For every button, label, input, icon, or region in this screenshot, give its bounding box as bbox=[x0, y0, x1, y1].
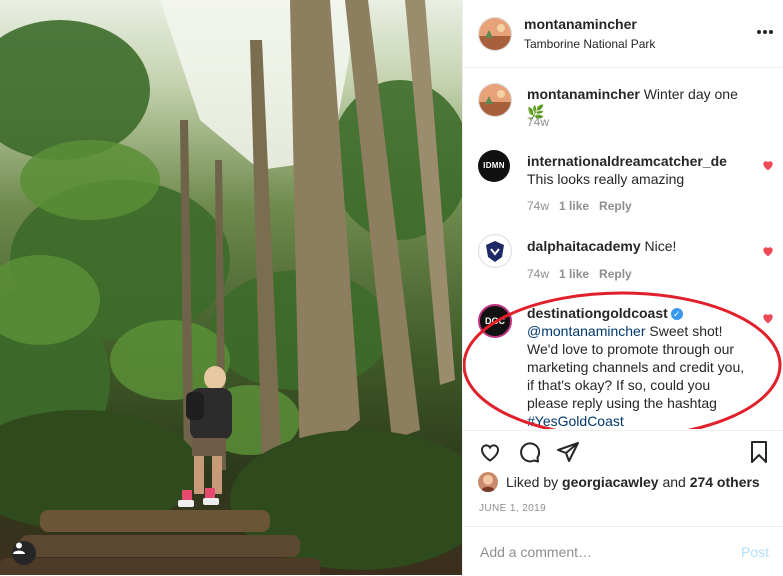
comment-username[interactable]: internationaldreamcatcher_de bbox=[527, 153, 727, 169]
bookmark-icon[interactable] bbox=[747, 440, 771, 464]
post-side-panel: montanamincher Tamborine National Park m… bbox=[462, 0, 783, 575]
tag-person-icon[interactable] bbox=[12, 541, 36, 565]
share-icon[interactable] bbox=[556, 440, 580, 464]
likes-others-count[interactable]: 274 others bbox=[690, 474, 760, 490]
comment-age[interactable]: 74w bbox=[527, 199, 549, 213]
comment-username[interactable]: montanamincher bbox=[527, 86, 640, 102]
comment-likes[interactable]: 1 like bbox=[559, 267, 589, 281]
post-date[interactable]: JUNE 1, 2019 bbox=[479, 503, 546, 514]
likes-summary: Liked by georgiacawley and 274 others bbox=[478, 470, 760, 494]
liked-heart-icon[interactable] bbox=[761, 158, 775, 172]
post-photo[interactable] bbox=[0, 0, 462, 575]
liked-heart-icon[interactable] bbox=[761, 244, 775, 258]
likes-and: and bbox=[662, 474, 686, 490]
reply-button[interactable]: Reply bbox=[599, 199, 632, 213]
comment-icon[interactable] bbox=[517, 440, 541, 464]
forest-scene bbox=[0, 0, 462, 575]
comment-text: montanamincher Winter day one 🌿 bbox=[527, 85, 751, 121]
avatar[interactable] bbox=[478, 472, 498, 492]
comment-meta: 74w 1 like Reply bbox=[527, 199, 632, 213]
comment-text: dalphaitacademy Nice! bbox=[527, 237, 751, 255]
post-header: montanamincher Tamborine National Park bbox=[463, 0, 783, 68]
comment-body: This looks really amazing bbox=[527, 171, 685, 187]
reply-button[interactable]: Reply bbox=[599, 267, 632, 281]
more-options-icon[interactable] bbox=[755, 22, 775, 42]
avatar[interactable] bbox=[478, 17, 512, 51]
comment-meta: 74w bbox=[527, 115, 549, 129]
avatar[interactable] bbox=[478, 83, 512, 117]
comment-age[interactable]: 74w bbox=[527, 267, 549, 281]
avatar[interactable]: IDMN bbox=[478, 150, 510, 182]
post-actions bbox=[463, 430, 783, 471]
comment-username[interactable]: dalphaitacademy bbox=[527, 238, 641, 254]
post-button[interactable]: Post bbox=[741, 544, 769, 560]
comment-input[interactable] bbox=[478, 541, 722, 563]
comment-body: Winter day one bbox=[643, 86, 738, 102]
post-location[interactable]: Tamborine National Park bbox=[524, 37, 655, 51]
likes-prefix: Liked by bbox=[506, 474, 559, 490]
liker-username[interactable]: georgiacawley bbox=[562, 474, 659, 490]
comment-text: internationaldreamcatcher_de This looks … bbox=[527, 152, 751, 188]
comment-meta: 74w 1 like Reply bbox=[527, 267, 632, 281]
heart-icon[interactable] bbox=[478, 440, 502, 464]
highlight-ellipse bbox=[463, 291, 782, 429]
comments-list[interactable]: montanamincher Winter day one 🌿 74w IDMN… bbox=[463, 68, 783, 429]
comment-likes[interactable]: 1 like bbox=[559, 199, 589, 213]
avatar-logo-text: IDMN bbox=[483, 161, 505, 170]
comment-body: Nice! bbox=[644, 238, 677, 254]
comment-age[interactable]: 74w bbox=[527, 115, 549, 129]
avatar[interactable] bbox=[478, 234, 512, 268]
add-comment-bar: Post bbox=[463, 526, 783, 576]
post-author-username[interactable]: montanamincher bbox=[524, 16, 637, 32]
